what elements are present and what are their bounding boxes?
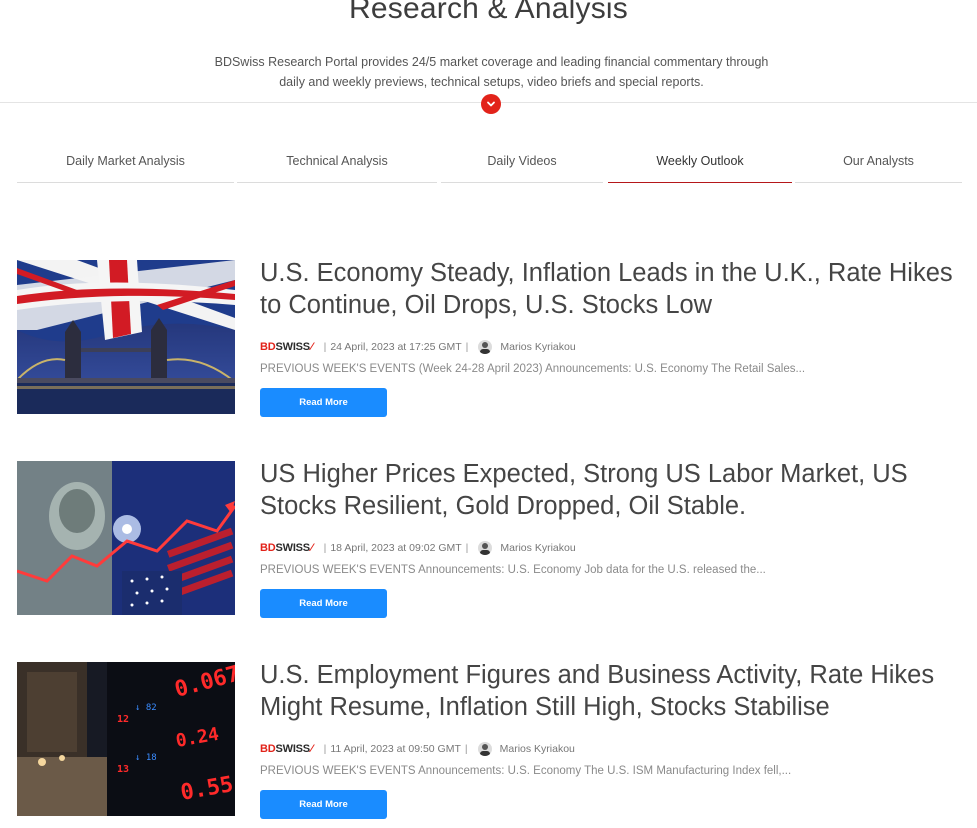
article-title[interactable]: US Higher Prices Expected, Strong US Lab…: [260, 458, 960, 522]
tab-technical-analysis[interactable]: Technical Analysis: [237, 140, 437, 183]
svg-text:12: 12: [117, 714, 129, 725]
article-thumbnail[interactable]: 0.067 0.24 0.55 12 13 ↓ 82 ↓ 18: [17, 662, 235, 816]
bdswiss-logo: BD SWISS ⁄: [260, 341, 313, 353]
article-thumbnail[interactable]: [17, 260, 235, 414]
article-date: 11 April, 2023 at 09:50 GMT: [330, 743, 461, 755]
article-title[interactable]: U.S. Employment Figures and Business Act…: [260, 659, 960, 723]
article-meta: BD SWISS ⁄ | 11 April, 2023 at 09:50 GMT |…: [260, 742, 575, 756]
article-thumbnail[interactable]: [17, 461, 235, 615]
article-title-line[interactable]: Might Resume, Inflation Still High, Stoc…: [260, 691, 960, 723]
tab-our-analysts[interactable]: Our Analysts: [795, 140, 962, 183]
article-title-line[interactable]: to Continue, Oil Drops, U.S. Stocks Low: [260, 289, 960, 321]
description-line-2: daily and weekly previews, technical set…: [279, 75, 704, 89]
article-title-line[interactable]: Stocks Resilient, Gold Dropped, Oil Stab…: [260, 490, 960, 522]
author-avatar: [478, 340, 493, 354]
article-author[interactable]: Marios Kyriakou: [500, 743, 575, 755]
read-more-button[interactable]: Read More: [260, 790, 387, 819]
svg-text:↓ 18: ↓ 18: [135, 753, 157, 763]
category-tabs: Daily Market Analysis Technical Analysis…: [0, 140, 977, 185]
article-excerpt: PREVIOUS WEEK'S EVENTS (Week 24-28 April…: [260, 363, 806, 375]
article-date: 24 April, 2023 at 17:25 GMT: [330, 341, 462, 353]
svg-text:↓ 82: ↓ 82: [135, 703, 157, 713]
article-title-line[interactable]: U.S. Employment Figures and Business Act…: [260, 659, 960, 691]
bdswiss-logo: BD SWISS ⁄: [260, 542, 313, 554]
article-author[interactable]: Marios Kyriakou: [500, 341, 575, 353]
article-card: U.S. Economy Steady, Inflation Leads in …: [17, 257, 962, 417]
bdswiss-logo: BD SWISS ⁄: [260, 743, 313, 755]
article-excerpt: PREVIOUS WEEK'S EVENTS Announcements: U.…: [260, 564, 766, 576]
article-date: 18 April, 2023 at 09:02 GMT: [330, 542, 462, 554]
page-description: BDSwiss Research Portal provides 24/5 ma…: [188, 52, 795, 92]
article-excerpt: PREVIOUS WEEK'S EVENTS Announcements: U.…: [260, 765, 792, 777]
chevron-down-icon: [487, 101, 495, 107]
article-author[interactable]: Marios Kyriakou: [500, 542, 575, 554]
page-title: Research & Analysis: [349, 0, 628, 25]
article-title-line[interactable]: US Higher Prices Expected, Strong US Lab…: [260, 458, 960, 490]
article-card: US Higher Prices Expected, Strong US Lab…: [17, 458, 962, 618]
description-line-1: BDSwiss Research Portal provides 24/5 ma…: [214, 55, 769, 69]
read-more-button[interactable]: Read More: [260, 388, 387, 417]
tab-daily-market-analysis[interactable]: Daily Market Analysis: [17, 140, 234, 183]
expand-header-button[interactable]: [481, 94, 501, 114]
article-card: 0.067 0.24 0.55 12 13 ↓ 82 ↓ 18 U.S. Emp…: [17, 659, 962, 819]
article-meta: BD SWISS ⁄ | 18 April, 2023 at 09:02 GMT |…: [260, 541, 576, 555]
tab-daily-videos[interactable]: Daily Videos: [441, 140, 603, 183]
article-title[interactable]: U.S. Economy Steady, Inflation Leads in …: [260, 257, 960, 321]
article-meta: BD SWISS ⁄ | 24 April, 2023 at 17:25 GMT |…: [260, 340, 576, 354]
svg-text:13: 13: [117, 764, 129, 775]
article-title-line[interactable]: U.S. Economy Steady, Inflation Leads in …: [260, 257, 960, 289]
read-more-button[interactable]: Read More: [260, 589, 387, 618]
tab-weekly-outlook[interactable]: Weekly Outlook: [608, 140, 792, 183]
author-avatar: [477, 742, 492, 756]
author-avatar: [478, 541, 493, 555]
